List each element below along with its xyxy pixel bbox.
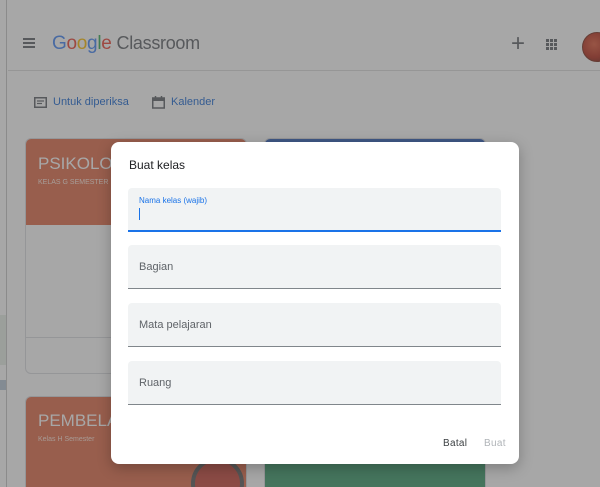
create-button[interactable]: Buat [484,438,506,449]
subject-input[interactable]: Mata pelajaran [128,303,501,347]
class-name-label: Nama kelas (wajib) [139,196,208,205]
room-input[interactable]: Ruang [128,361,501,405]
subject-placeholder: Mata pelajaran [139,319,212,331]
section-placeholder: Bagian [139,261,174,273]
text-caret [139,208,140,220]
section-input[interactable]: Bagian [128,245,501,289]
room-placeholder: Ruang [139,377,172,389]
class-name-input[interactable]: Nama kelas (wajib) [128,188,501,232]
create-class-dialog: Buat kelas Nama kelas (wajib) Bagian Mat… [111,142,519,464]
dialog-title: Buat kelas [129,158,186,172]
cancel-button[interactable]: Batal [443,438,467,449]
